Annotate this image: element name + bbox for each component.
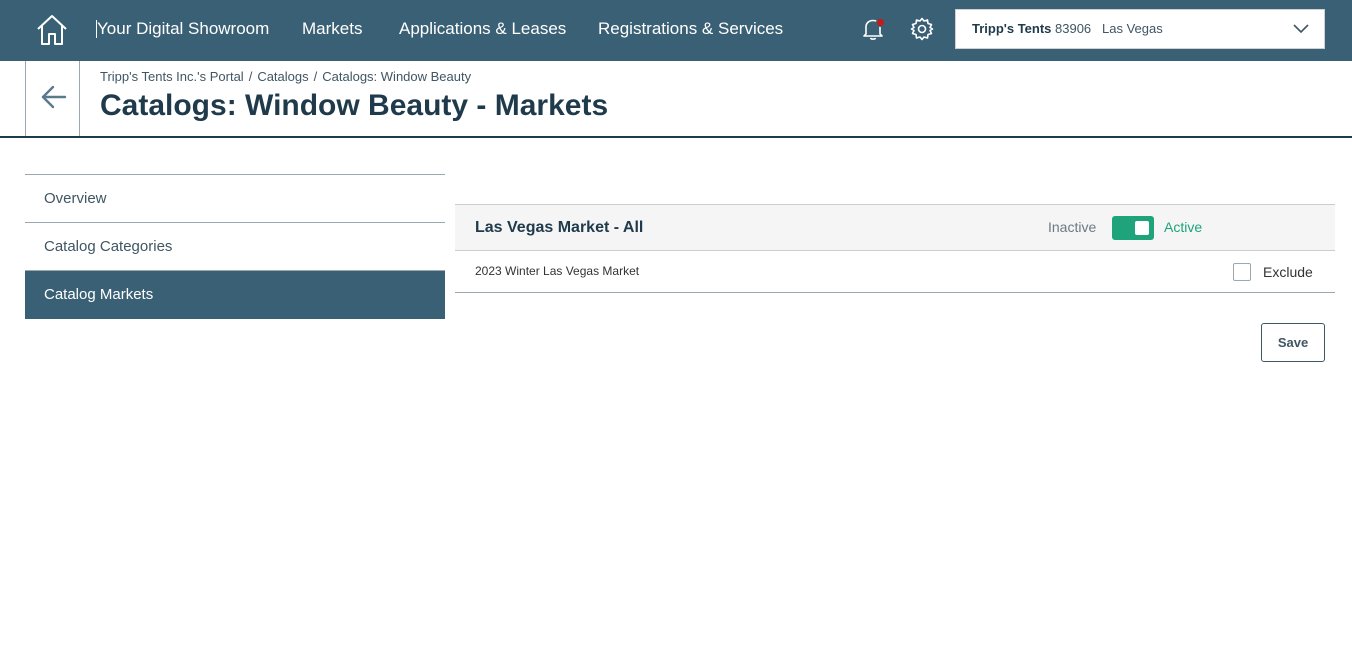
breadcrumb: Tripp's Tents Inc.'s Portal / Catalogs / Cat…	[100, 69, 471, 84]
sidebar-item-catalog-markets[interactable]: Catalog Markets	[25, 271, 445, 319]
chevron-down-icon	[1293, 24, 1309, 34]
home-icon[interactable]	[34, 12, 70, 48]
market-row: 2023 Winter Las Vegas Market Exclude	[455, 251, 1335, 293]
bell-icon[interactable]	[860, 16, 886, 42]
top-nav: Your Digital Showroom Markets Applicatio…	[0, 0, 1352, 61]
notification-dot	[876, 18, 885, 27]
account-name: Tripp's Tents	[972, 21, 1052, 36]
market-group-title: Las Vegas Market - All	[475, 219, 644, 236]
nav-registrations-services[interactable]: Registrations & Services	[598, 0, 783, 61]
nav-your-digital-showroom[interactable]: Your Digital Showroom	[97, 0, 269, 61]
exclude-label: Exclude	[1263, 264, 1313, 280]
sidebar-item-catalog-categories[interactable]: Catalog Categories	[25, 223, 445, 271]
market-name: 2023 Winter Las Vegas Market	[475, 264, 640, 278]
page-header: Tripp's Tents Inc.'s Portal / Catalogs / Cat…	[0, 61, 1352, 138]
nav-applications-leases[interactable]: Applications & Leases	[399, 0, 566, 61]
breadcrumb-separator: /	[248, 69, 253, 84]
inactive-label: Inactive	[1048, 219, 1097, 235]
nav-markets[interactable]: Markets	[302, 0, 362, 61]
back-button[interactable]	[25, 61, 80, 136]
arrow-left-icon	[41, 85, 67, 109]
sidebar: Overview Catalog Categories Catalog Mark…	[25, 174, 445, 319]
active-toggle[interactable]	[1112, 216, 1154, 240]
account-dropdown[interactable]: Tripp's Tents 83906 Las Vegas	[955, 9, 1325, 49]
exclude-checkbox[interactable]	[1233, 263, 1251, 281]
page-title: Catalogs: Window Beauty - Markets	[100, 89, 609, 122]
market-group-header: Las Vegas Market - All Inactive Active	[455, 204, 1335, 251]
account-number: 83906	[1055, 21, 1092, 36]
gear-icon[interactable]	[909, 16, 935, 42]
breadcrumb-separator: /	[313, 69, 318, 84]
breadcrumb-catalog-window-beauty[interactable]: Catalogs: Window Beauty	[322, 69, 471, 84]
breadcrumb-catalogs[interactable]: Catalogs	[257, 69, 308, 84]
breadcrumb-portal[interactable]: Tripp's Tents Inc.'s Portal	[100, 69, 244, 84]
active-label: Active	[1164, 219, 1203, 235]
account-location: Las Vegas	[1102, 21, 1163, 36]
save-button[interactable]: Save	[1261, 323, 1325, 362]
toggle-knob	[1135, 221, 1149, 235]
sidebar-item-overview[interactable]: Overview	[25, 175, 445, 223]
